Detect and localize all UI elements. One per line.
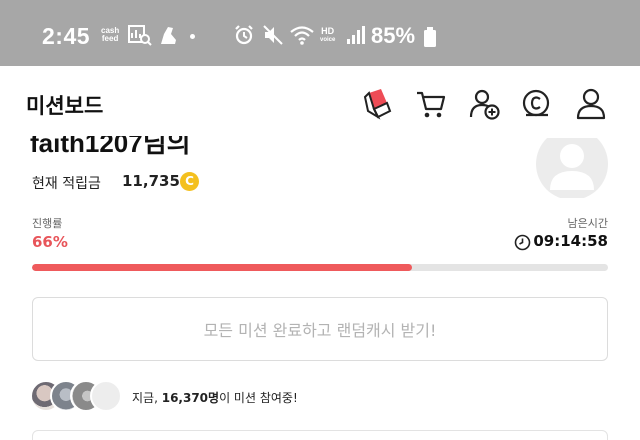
participants-prefix: 지금, (132, 391, 162, 405)
points-value: 11,735 (122, 172, 180, 190)
cashfeed-notification-icon: cash feed (101, 27, 119, 43)
cart-icon[interactable] (414, 87, 448, 121)
cashfeed-line2: feed (101, 34, 119, 43)
hd-line1: HD (321, 26, 335, 36)
participants-count: 16,370명 (161, 391, 220, 405)
progress-percent: 66% (32, 233, 68, 251)
signal-icon (347, 26, 365, 44)
progress-label: 진행률 (32, 217, 63, 230)
page-title: 미션보드 (26, 94, 104, 118)
progress-bar-fill (32, 264, 413, 271)
battery-icon (424, 27, 436, 47)
clock-icon (514, 234, 531, 251)
profile-icon[interactable] (574, 87, 608, 121)
hd-line2: voice (320, 37, 336, 43)
alarm-icon (235, 25, 253, 45)
user-name-text: faith1207님의 (30, 136, 191, 158)
mute-icon (263, 25, 283, 45)
participant-avatar (90, 380, 122, 412)
notification-dot-icon (190, 34, 195, 39)
user-name: faith1207님의 (30, 136, 191, 160)
status-time: 2:45 (42, 23, 91, 49)
points-label: 현재 적립금 (32, 176, 101, 192)
participants-suffix: 이 미션 참여중! (219, 391, 298, 405)
add-user-icon[interactable] (468, 87, 502, 121)
reward-button-label: 모든 미션 완료하고 랜덤캐시 받기! (203, 321, 437, 340)
progress-bar (32, 264, 608, 271)
coin-c-icon[interactable] (520, 87, 554, 121)
avatar[interactable] (536, 138, 608, 198)
remaining-time-label: 남은시간 (567, 217, 608, 230)
participant-avatars (30, 380, 126, 414)
random-cash-reward-button[interactable]: 모든 미션 완료하고 랜덤캐시 받기! (32, 297, 608, 361)
wifi-icon (290, 26, 314, 45)
mission-card[interactable] (32, 430, 608, 440)
hd-voice-icon: HD voice (320, 27, 335, 45)
status-bar: 2:45 cash feed HD voice 85% (0, 0, 640, 66)
shoe-icon (161, 27, 176, 44)
app-header: 미션보드 (0, 66, 640, 142)
battery-percent: 85% (371, 23, 416, 48)
remaining-time: 09:14:58 (533, 232, 608, 250)
stats-search-icon (128, 25, 152, 46)
coin-icon: C (180, 172, 199, 191)
participants-text: 지금, 16,370명이 미션 참여중! (132, 389, 298, 406)
eraser-icon[interactable] (360, 87, 394, 121)
